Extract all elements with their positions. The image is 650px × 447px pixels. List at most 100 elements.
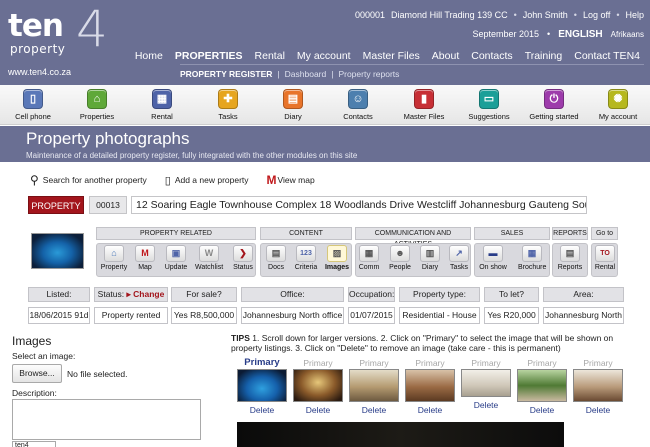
logoff-link[interactable]: Log off (583, 10, 610, 20)
gallery-image[interactable] (573, 369, 623, 402)
tool-contacts[interactable]: ☺ Contacts (325, 89, 391, 121)
gallery-image[interactable] (237, 369, 287, 402)
btn-label: Brochure (518, 264, 547, 271)
gallery-image[interactable] (405, 369, 455, 402)
gallery-item: Primary Delete (349, 358, 399, 415)
delete-link[interactable]: Delete (573, 405, 623, 415)
btn-tasks[interactable]: ↗ Tasks (445, 245, 473, 271)
gallery-image[interactable] (517, 369, 567, 402)
primary-link[interactable]: Primary (405, 358, 455, 368)
primary-link[interactable]: Primary (293, 358, 343, 368)
status-value: Property rented (94, 307, 168, 324)
tolet-header: To let? (484, 287, 539, 302)
nav-home[interactable]: Home (135, 50, 163, 62)
btn-images[interactable]: ▨ Images (323, 245, 351, 271)
tool-cell-phone[interactable]: ▯ Cell phone (0, 89, 66, 121)
primary-link[interactable]: Primary (517, 358, 567, 368)
nav-training[interactable]: Training (525, 50, 563, 62)
nav-master-files[interactable]: Master Files (363, 50, 420, 62)
nav-rental[interactable]: Rental (255, 50, 285, 62)
btn-map[interactable]: M Map (131, 245, 159, 271)
btn-docs[interactable]: ▤ Docs (262, 245, 290, 271)
type-header: Property type: (399, 287, 480, 302)
btn-label: Reports (557, 264, 583, 271)
user-name[interactable]: John Smith (523, 10, 568, 20)
nav-contacts[interactable]: Contacts (471, 50, 512, 62)
office-value: Johannesburg North office (241, 307, 344, 324)
map-icon: M (135, 245, 155, 262)
btn-update[interactable]: ▣ Update (162, 245, 190, 271)
property-main-thumbnail[interactable] (31, 233, 84, 269)
property-address: 12 Soaring Eagle Townhouse Complex 18 Wo… (131, 196, 587, 214)
tool-label: Diary (284, 112, 302, 121)
add-property-link[interactable]: ▯ Add a new property (165, 174, 249, 187)
btn-label: Rental (594, 264, 616, 271)
logo-ten: ten (8, 8, 64, 44)
status-change-link[interactable]: ▸ Change (127, 289, 165, 299)
subnav-dashboard[interactable]: Dashboard (285, 69, 327, 79)
partial-field[interactable]: ten4 (12, 441, 56, 447)
language-afrikaans[interactable]: Afrikaans (611, 30, 644, 39)
listed-value: 18/06/2015 91d (28, 307, 90, 324)
browse-button[interactable]: Browse... (12, 364, 62, 383)
people-icon: ☻ (390, 245, 410, 262)
gallery-image[interactable] (293, 369, 343, 402)
delete-link[interactable]: Delete (461, 400, 511, 410)
language-english[interactable]: ENGLISH (558, 29, 602, 40)
primary-link[interactable]: Primary (237, 358, 287, 368)
tips-body: 1. Scroll down for larger versions. 2. C… (231, 333, 614, 353)
btn-rental[interactable]: TO Rental (591, 245, 619, 271)
delete-link[interactable]: Delete (517, 405, 567, 415)
btn-diary[interactable]: ▥ Diary (416, 245, 444, 271)
delete-link[interactable]: Delete (293, 405, 343, 415)
tool-getting-started[interactable]: ⏻ Getting started (521, 89, 587, 121)
nav-properties[interactable]: PROPERTIES (175, 50, 243, 62)
primary-link[interactable]: Primary (461, 358, 511, 368)
nav-my-account[interactable]: My account (297, 50, 351, 62)
tool-suggestions[interactable]: ▭ Suggestions (456, 89, 522, 121)
section-communication: COMMUNICATION AND ACTIVITIES (355, 227, 471, 248)
btn-on-show[interactable]: ▬ On show (479, 245, 507, 271)
tolet-value: Yes R20,000 (484, 307, 539, 324)
tasks-icon: ↗ (449, 245, 469, 262)
description-label: Description: (12, 388, 57, 398)
images-icon: ▨ (327, 245, 347, 262)
primary-link[interactable]: Primary (573, 358, 623, 368)
delete-link[interactable]: Delete (237, 405, 287, 415)
primary-link[interactable]: Primary (349, 358, 399, 368)
module-toolbar: ▯ Cell phone ⌂ Properties ▦ Rental ✚ Tas… (0, 85, 650, 125)
subnav-property-reports[interactable]: Property reports (338, 69, 399, 79)
btn-comm[interactable]: ▦ Comm (355, 245, 383, 271)
tool-my-account[interactable]: ✺ My account (585, 89, 650, 121)
btn-status[interactable]: ❯ Status (229, 245, 257, 271)
tool-rental[interactable]: ▦ Rental (129, 89, 195, 121)
subnav-property-register[interactable]: PROPERTY REGISTER (180, 69, 272, 79)
tool-properties[interactable]: ⌂ Properties (64, 89, 130, 121)
help-link[interactable]: Help (625, 10, 644, 20)
tool-diary[interactable]: ▤ Diary (260, 89, 326, 121)
btn-property[interactable]: ⌂ Property (100, 245, 128, 271)
calendar-icon: ▤ (283, 89, 303, 109)
tool-label: Master Files (403, 112, 445, 121)
section-goto: Go to (591, 227, 618, 240)
tool-tasks[interactable]: ✚ Tasks (195, 89, 261, 121)
btn-watchlist[interactable]: W Watchlist (195, 245, 223, 271)
site-url[interactable]: www.ten4.co.za (8, 67, 71, 77)
btn-people[interactable]: ☻ People (386, 245, 414, 271)
delete-link[interactable]: Delete (349, 405, 399, 415)
search-property-link[interactable]: ⚲ Search for another property (30, 173, 147, 187)
description-textarea[interactable] (12, 399, 201, 440)
delete-link[interactable]: Delete (405, 405, 455, 415)
large-image-preview (237, 422, 564, 447)
btn-criteria[interactable]: 123 Criteria (292, 245, 320, 271)
type-value: Residential - House (399, 307, 480, 324)
btn-reports[interactable]: ▤ Reports (556, 245, 584, 271)
gallery-image[interactable] (461, 369, 511, 397)
tool-master-files[interactable]: ▮ Master Files (391, 89, 457, 121)
view-map-link[interactable]: M View map (267, 173, 315, 187)
gallery-image[interactable] (349, 369, 399, 402)
nav-about[interactable]: About (432, 50, 459, 62)
nav-contact-ten4[interactable]: Contact TEN4 (574, 50, 640, 62)
gallery-item: Primary Delete (517, 358, 567, 415)
btn-brochure[interactable]: ▦ Brochure (518, 245, 546, 271)
